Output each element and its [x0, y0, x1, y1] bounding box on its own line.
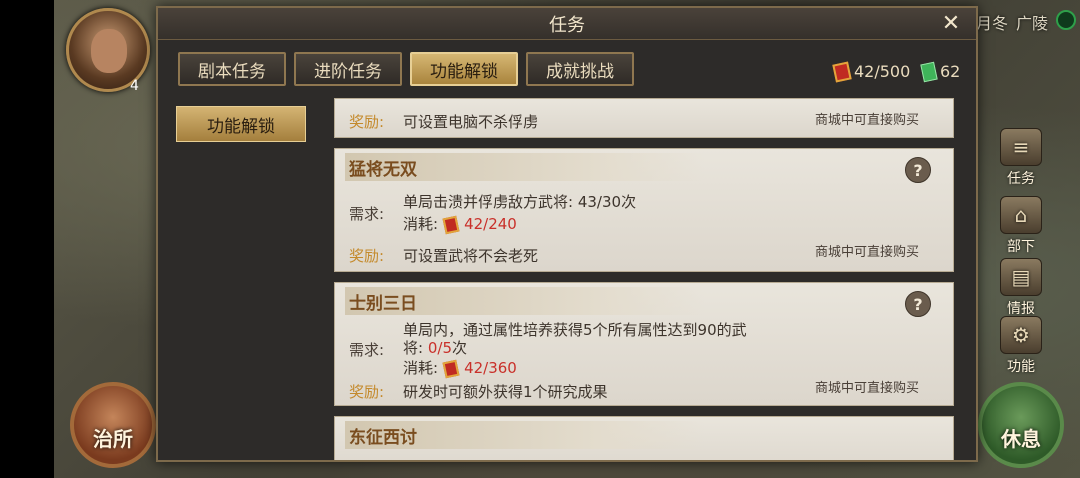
- consume-value: 42/240: [464, 215, 517, 233]
- help-icon[interactable]: ?: [905, 157, 931, 183]
- modal-title-bar: 任务 ✕: [158, 8, 976, 40]
- task-card-mengjiang: 猛将无双 ? 需求: 单局击溃并俘虏敌方武将: 43/30次 消耗: 42/240…: [334, 148, 954, 272]
- map-label-yuedong: 月冬: [976, 14, 1009, 33]
- side-menu-intel[interactable]: ▤ 情报: [992, 258, 1050, 318]
- requirement-suffix: 次: [451, 339, 467, 357]
- help-icon[interactable]: ?: [905, 291, 931, 317]
- status-indicator: [1056, 10, 1076, 30]
- card-header: 东征西讨: [345, 421, 705, 449]
- card-header: 士别三日: [345, 287, 705, 315]
- requirement-line2: 将: 0/5次: [403, 337, 467, 358]
- reward-label: 奖励:: [349, 247, 385, 265]
- modal-title: 任务: [549, 14, 585, 36]
- side-menu-functions-label: 功能: [1007, 359, 1035, 375]
- requirement-label: 需求:: [349, 341, 385, 359]
- gear-icon: ⚙: [1000, 316, 1042, 354]
- tab-script-tasks[interactable]: 剧本任务: [178, 52, 286, 86]
- reward-text: 研发时可额外获得1个研究成果: [403, 383, 608, 401]
- consume-label: 消耗:: [403, 359, 439, 377]
- gate-icon: ⌂: [1000, 196, 1042, 234]
- requirement-progress: 43/30: [577, 193, 622, 211]
- requirement-label: 需求:: [349, 205, 385, 223]
- shop-note: 商城中可直接购买: [814, 113, 919, 128]
- map-label-guangling: 广陵: [1016, 14, 1049, 33]
- side-menu-intel-label: 情报: [1007, 301, 1035, 317]
- player-level: 4: [130, 78, 139, 94]
- reward-text: 可设置武将不会老死: [403, 247, 539, 265]
- requirement-text: 单局击溃并俘虏敌方武将: 43/30次: [403, 191, 636, 212]
- consume-row: 消耗: 42/240: [403, 213, 517, 234]
- rest-button[interactable]: 休息: [978, 382, 1064, 468]
- book-icon: ▤: [1000, 258, 1042, 296]
- token-icon: [442, 359, 460, 378]
- zhisuo-button[interactable]: 治所: [70, 382, 156, 468]
- side-menu-task-label: 任务: [1007, 171, 1035, 187]
- task-card-dongzheng: 东征西讨: [334, 416, 954, 460]
- scroll-icon: ≡: [1000, 128, 1042, 166]
- reward-label: 奖励:: [349, 113, 385, 131]
- side-menu-task[interactable]: ≡ 任务: [992, 128, 1050, 188]
- reward-label: 奖励:: [349, 383, 385, 401]
- token-icon: [442, 215, 460, 234]
- tab-achievements[interactable]: 成就挑战: [526, 52, 634, 86]
- close-button[interactable]: ✕: [940, 13, 962, 35]
- gem-value: 62: [940, 62, 961, 81]
- task-modal: 任务 ✕ 剧本任务 进阶任务 功能解锁 成就挑战 42/500 62 功能解锁 …: [156, 6, 978, 462]
- requirement-suffix: 次: [621, 193, 637, 211]
- requirement-progress: 0/5: [427, 339, 452, 357]
- category-feature-unlock[interactable]: 功能解锁: [176, 106, 306, 142]
- side-menu-subordinates-label: 部下: [1007, 239, 1035, 255]
- requirement-prefix: 将:: [403, 339, 424, 357]
- card-header: 猛将无双: [345, 153, 705, 181]
- gem-counter: 62: [920, 61, 961, 82]
- task-card-partial: 奖励: 可设置电脑不杀俘虏 商城中可直接购买: [334, 98, 954, 138]
- card-title: 士别三日: [349, 293, 417, 314]
- consume-row: 消耗: 42/360: [403, 357, 517, 378]
- requirement-prefix: 单局击溃并俘虏敌方武将:: [403, 193, 574, 211]
- shop-note: 商城中可直接购买: [814, 245, 919, 260]
- token-counter: 42/500: [832, 61, 911, 82]
- tab-advanced-tasks[interactable]: 进阶任务: [294, 52, 402, 86]
- consume-label: 消耗:: [403, 215, 439, 233]
- left-black-bar: [0, 0, 54, 478]
- consume-value: 42/360: [464, 359, 517, 377]
- card-title: 猛将无双: [349, 159, 417, 180]
- shop-note: 商城中可直接购买: [814, 381, 919, 396]
- tab-bar: 剧本任务 进阶任务 功能解锁 成就挑战: [178, 52, 634, 86]
- side-menu-functions[interactable]: ⚙ 功能: [992, 316, 1050, 376]
- task-card-shibie: 士别三日 ? 需求: 单局内，通过属性培养获得5个所有属性达到90的武 将: 0…: [334, 282, 954, 406]
- game-screen: 月冬 广陵 4 治所 休息 ≡ 任务 ⌂ 部下 ▤ 情报 ⚙ 功能 任务 ✕ 剧…: [0, 0, 1080, 478]
- token-icon: [832, 61, 852, 82]
- side-menu-subordinates[interactable]: ⌂ 部下: [992, 196, 1050, 256]
- reward-text: 可设置电脑不杀俘虏: [403, 113, 539, 131]
- card-title: 东征西讨: [349, 427, 417, 448]
- tab-feature-unlock[interactable]: 功能解锁: [410, 52, 518, 86]
- avatar-face: [91, 29, 127, 73]
- token-value: 42/500: [854, 62, 911, 81]
- gem-icon: [920, 61, 938, 82]
- task-list[interactable]: 奖励: 可设置电脑不杀俘虏 商城中可直接购买 猛将无双 ? 需求: 单局击溃并俘…: [334, 98, 954, 460]
